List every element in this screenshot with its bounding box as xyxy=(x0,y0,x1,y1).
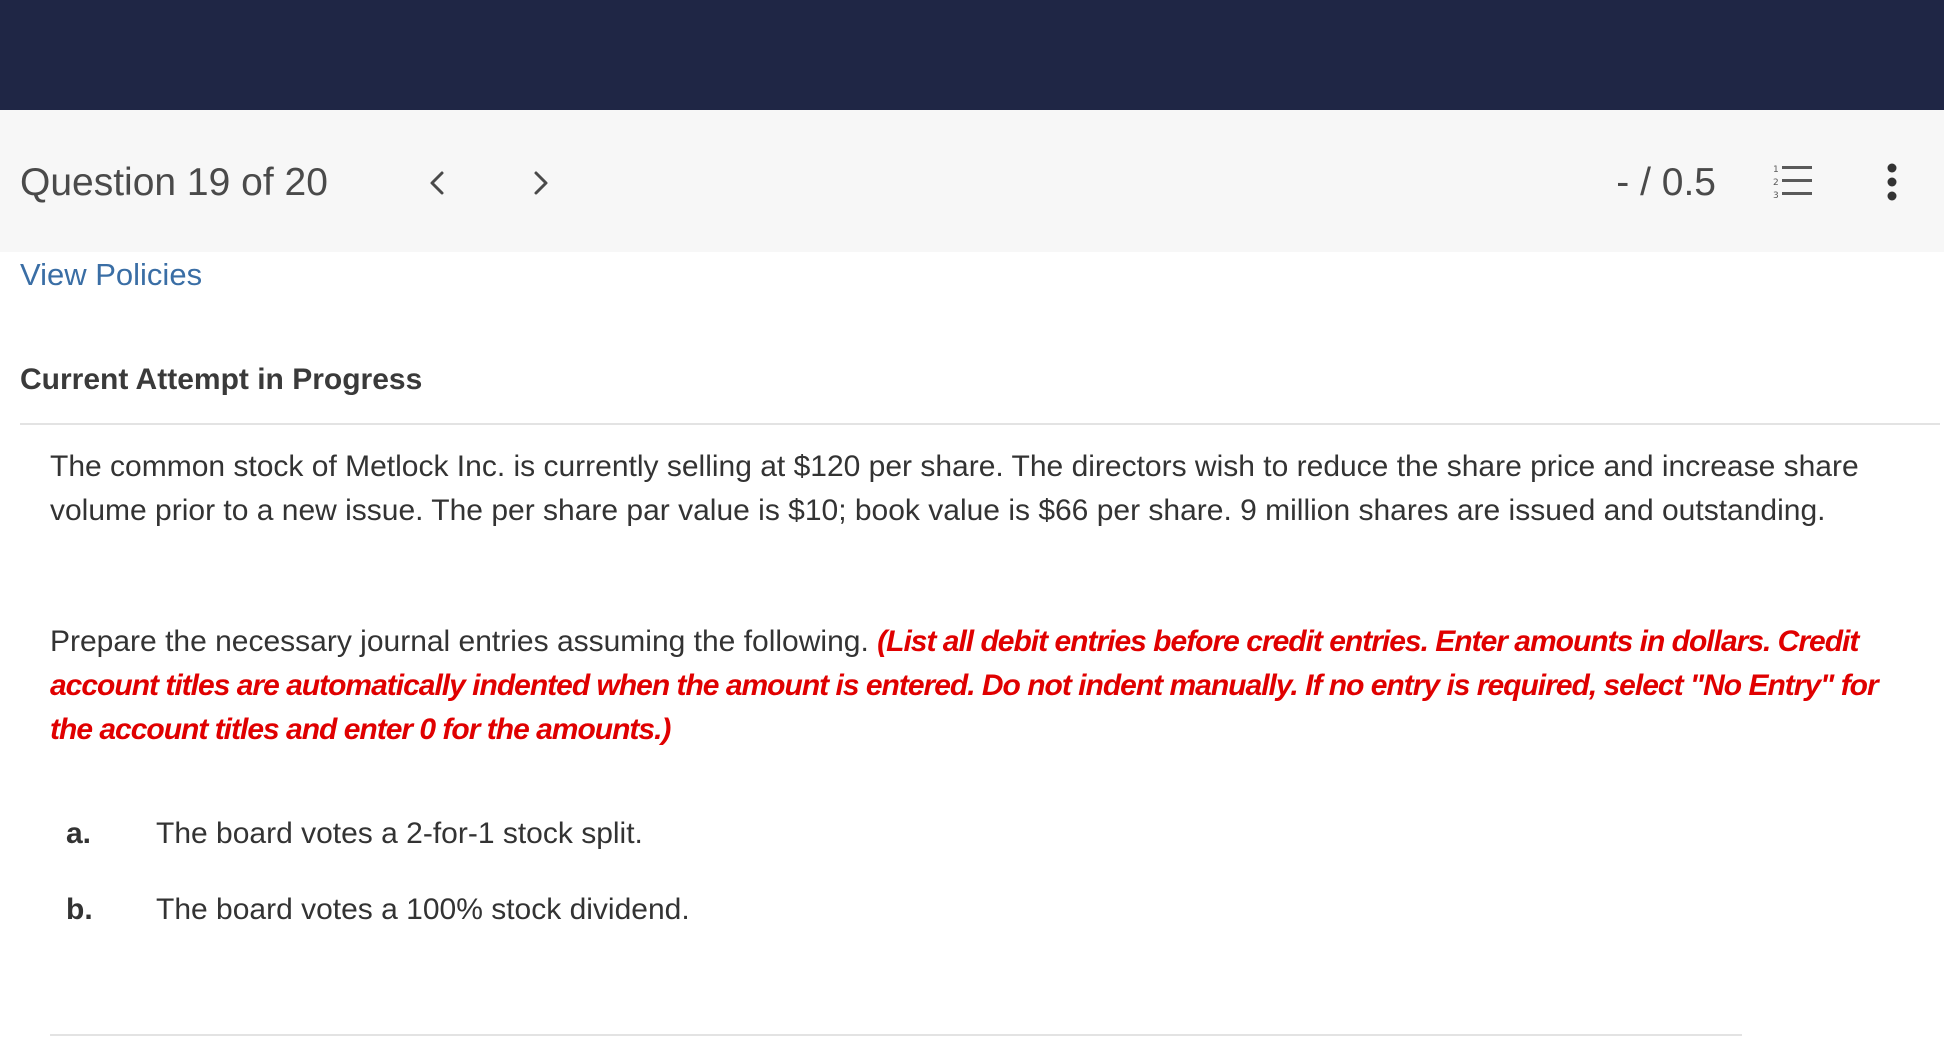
part-text: The board votes a 100% stock dividend. xyxy=(156,893,690,926)
question-instructions: Prepare the necessary journal entries as… xyxy=(50,620,1920,752)
section-divider xyxy=(20,423,1940,425)
svg-text:1: 1 xyxy=(1773,165,1779,175)
next-question-button[interactable] xyxy=(516,158,566,208)
more-vertical-icon xyxy=(1887,163,1897,201)
question-number-label: Question 19 of 20 xyxy=(20,161,328,204)
question-part-b: b. The board votes a 100% stock dividend. xyxy=(66,890,690,930)
question-list-button[interactable]: 1 2 3 xyxy=(1770,160,1820,204)
chevron-right-icon xyxy=(534,171,548,195)
view-policies-link[interactable]: View Policies xyxy=(20,255,202,295)
instruction-text: Prepare the necessary journal entries as… xyxy=(50,625,869,658)
svg-text:2: 2 xyxy=(1773,178,1779,188)
svg-text:3: 3 xyxy=(1773,191,1779,201)
part-text: The board votes a 2-for-1 stock split. xyxy=(156,817,643,850)
top-navigation-bar xyxy=(0,0,1944,110)
part-label: b. xyxy=(66,893,93,926)
question-part-a: a. The board votes a 2-for-1 stock split. xyxy=(66,814,643,854)
attempt-status-heading: Current Attempt in Progress xyxy=(20,363,423,396)
part-label: a. xyxy=(66,817,92,850)
more-options-button[interactable] xyxy=(1874,156,1910,208)
numbered-list-icon: 1 2 3 xyxy=(1773,165,1812,201)
chevron-left-icon xyxy=(430,171,444,195)
question-score: - / 0.5 xyxy=(1616,161,1716,204)
previous-question-button[interactable] xyxy=(412,158,462,208)
bottom-divider xyxy=(50,1034,1742,1036)
question-body-text: The common stock of Metlock Inc. is curr… xyxy=(50,450,1859,527)
